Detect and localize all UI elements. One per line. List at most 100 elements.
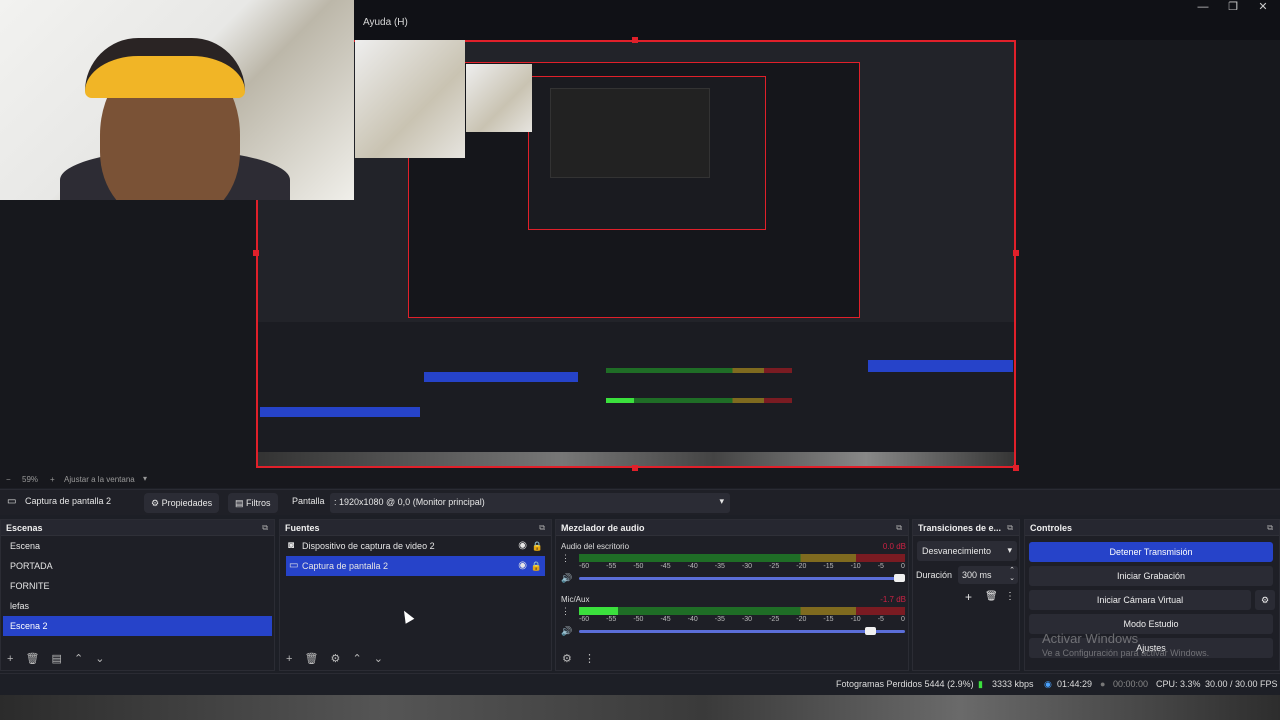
- zoom-plus[interactable]: +: [50, 475, 55, 484]
- channel-name: Mic/Aux: [561, 595, 590, 604]
- menu-help[interactable]: Ayuda (H): [363, 17, 408, 28]
- transitions-title: Transiciones de e...: [918, 523, 1002, 533]
- source-toolbar: ▭ Captura de pantalla 2 ⚙ Propiedades ▤ …: [0, 489, 1280, 515]
- scenes-title: Escenas: [6, 523, 43, 533]
- channel-db: -1.7 dB: [880, 595, 906, 604]
- screen-select[interactable]: : 1920x1080 @ 0,0 (Monitor principal) ▾: [330, 493, 730, 513]
- nested-webcam-1: [355, 40, 465, 158]
- volume-slider[interactable]: [579, 574, 905, 582]
- start-virtual-cam-button[interactable]: Iniciar Cámara Virtual: [1029, 590, 1251, 610]
- undock-icon[interactable]: ⧉: [262, 520, 268, 536]
- mixer-settings-icon[interactable]: ⚙: [562, 648, 572, 670]
- controls-title: Controles: [1030, 523, 1073, 533]
- mixer-menu-icon[interactable]: ⋮: [584, 648, 595, 670]
- trash-icon[interactable]: 🗑: [26, 648, 40, 670]
- undock-icon[interactable]: ⧉: [896, 520, 902, 536]
- screen-label: Pantalla: [292, 496, 325, 506]
- move-up-icon[interactable]: ⌃: [74, 648, 83, 670]
- undock-icon[interactable]: ⧉: [1007, 520, 1013, 536]
- add-icon[interactable]: +: [965, 590, 972, 604]
- background-strip: [0, 695, 1280, 720]
- resize-handle-bottom[interactable]: [632, 465, 638, 471]
- fps: 30.00 / 30.00 FPS: [1205, 679, 1278, 689]
- start-recording-button[interactable]: Iniciar Grabación: [1029, 566, 1273, 586]
- dropped-frames: Fotogramas Perdidos 5444 (2.9%): [836, 679, 974, 689]
- nested-meter-1: [606, 368, 792, 373]
- properties-button[interactable]: ⚙ Propiedades: [144, 493, 220, 513]
- fit-window-label[interactable]: Ajustar a la ventana: [64, 475, 135, 484]
- eye-icon[interactable]: ◉: [518, 556, 527, 576]
- stop-stream-button[interactable]: Detener Transmisión: [1029, 542, 1273, 562]
- speaker-icon[interactable]: 🔊: [561, 626, 572, 637]
- virtual-cam-settings-icon[interactable]: ⚙: [1255, 590, 1275, 610]
- eye-icon[interactable]: ◉: [518, 536, 527, 556]
- dock-row: Escenas ⧉ Escena PORTADA FORNITE lefas Es…: [0, 519, 1280, 671]
- close-icon[interactable]: ✕: [1248, 0, 1278, 14]
- scene-item[interactable]: FORNITE: [3, 576, 272, 596]
- volume-meter: [579, 607, 905, 615]
- scene-item[interactable]: PORTADA: [3, 556, 272, 576]
- zoom-minus[interactable]: −: [6, 475, 11, 484]
- undock-icon[interactable]: ⧉: [1267, 520, 1273, 536]
- cpu-usage: CPU: 3.3%: [1156, 679, 1201, 689]
- record-icon: ●: [1100, 679, 1106, 689]
- signal-icon: ▮: [978, 679, 983, 689]
- resize-handle-right[interactable]: [1013, 250, 1019, 256]
- selected-source-label: Captura de pantalla 2: [25, 496, 112, 506]
- channel-name: Audio del escritorio: [561, 542, 630, 551]
- monitor-icon: ▭: [289, 560, 299, 571]
- preview-status-line: − 59% + Ajustar a la ventana ▾: [0, 472, 1280, 488]
- gear-icon[interactable]: ⚙: [331, 648, 341, 670]
- scene-item-selected[interactable]: Escena 2: [3, 616, 272, 636]
- menu-icon[interactable]: ⋮: [1005, 591, 1015, 602]
- filter-icon[interactable]: ▤: [52, 648, 62, 670]
- webcam-person-cap: [85, 38, 245, 98]
- meter-ticks: -60 -55 -50 -45 -40 -35 -30 -25 -20 -15 -10 -5 0: [579, 616, 905, 623]
- mixer-channel-desktop: Audio del escritorio 0.0 dB ⋮ -60 -55 -50-…: [561, 542, 906, 592]
- mixer-title: Mezclador de audio: [561, 523, 645, 533]
- status-bar: Fotogramas Perdidos 5444 (2.9%) ▮ 3333 k…: [0, 673, 1280, 695]
- maximize-icon[interactable]: ❐: [1218, 0, 1248, 14]
- source-item-selected[interactable]: ▭ Captura de pantalla 2 ◉ 🔒: [286, 556, 545, 576]
- move-up-icon[interactable]: ⌃: [352, 648, 361, 670]
- move-down-icon[interactable]: ⌄: [374, 648, 383, 670]
- resize-handle-top[interactable]: [632, 37, 638, 43]
- volume-slider[interactable]: [579, 627, 905, 635]
- sources-dock: Fuentes ⧉ ◙ Dispositivo de captura de vid…: [279, 519, 552, 671]
- stream-time: 01:44:29: [1057, 679, 1093, 689]
- nested-stop-button: [868, 360, 1013, 372]
- add-icon[interactable]: +: [7, 648, 13, 670]
- speaker-icon[interactable]: 🔊: [561, 573, 572, 584]
- nested-docks: [258, 322, 1014, 452]
- add-icon[interactable]: +: [286, 648, 292, 670]
- lock-icon[interactable]: 🔒: [531, 556, 542, 576]
- resize-handle-left[interactable]: [253, 250, 259, 256]
- source-item[interactable]: ◙ Dispositivo de captura de video 2 ◉ 🔒: [280, 536, 551, 556]
- scenes-dock: Escenas ⧉ Escena PORTADA FORNITE lefas Es…: [0, 519, 275, 671]
- move-down-icon[interactable]: ⌄: [95, 648, 104, 670]
- trash-icon[interactable]: 🗑: [985, 591, 998, 602]
- monitor-icon: ▭: [7, 496, 17, 507]
- fit-dropdown-icon[interactable]: ▾: [143, 474, 147, 483]
- slider-knob[interactable]: [865, 627, 876, 635]
- bitrate: 3333 kbps: [992, 679, 1034, 689]
- stepper-icon[interactable]: ⌃ ⌄: [1009, 566, 1015, 582]
- mixer-channel-mic: Mic/Aux -1.7 dB ⋮ -60 -55 -50 -45 -40 -35 -30-…: [561, 595, 906, 645]
- channel-menu-icon[interactable]: ⋮: [561, 606, 570, 617]
- zoom-level[interactable]: 59%: [22, 475, 38, 484]
- scene-item[interactable]: lefas: [3, 596, 272, 616]
- stream-icon: ◉: [1044, 679, 1052, 689]
- transition-select[interactable]: Desvanecimiento ▾: [917, 541, 1017, 561]
- filters-button[interactable]: ▤ Filtros: [228, 493, 278, 513]
- resize-handle-corner[interactable]: [1013, 465, 1019, 471]
- minimize-icon[interactable]: —: [1188, 0, 1218, 14]
- channel-menu-icon[interactable]: ⋮: [561, 553, 570, 564]
- slider-knob[interactable]: [894, 574, 905, 582]
- trash-icon[interactable]: 🗑: [305, 648, 319, 670]
- lock-icon[interactable]: 🔒: [532, 536, 543, 556]
- duration-input[interactable]: 300 ms ⌃ ⌄: [958, 566, 1018, 584]
- undock-icon[interactable]: ⧉: [539, 520, 545, 536]
- filter-icon: ▤: [235, 498, 247, 508]
- scene-item[interactable]: Escena: [3, 536, 272, 556]
- transitions-dock: Transiciones de e... ⧉ Desvanecimiento ▾ …: [912, 519, 1020, 671]
